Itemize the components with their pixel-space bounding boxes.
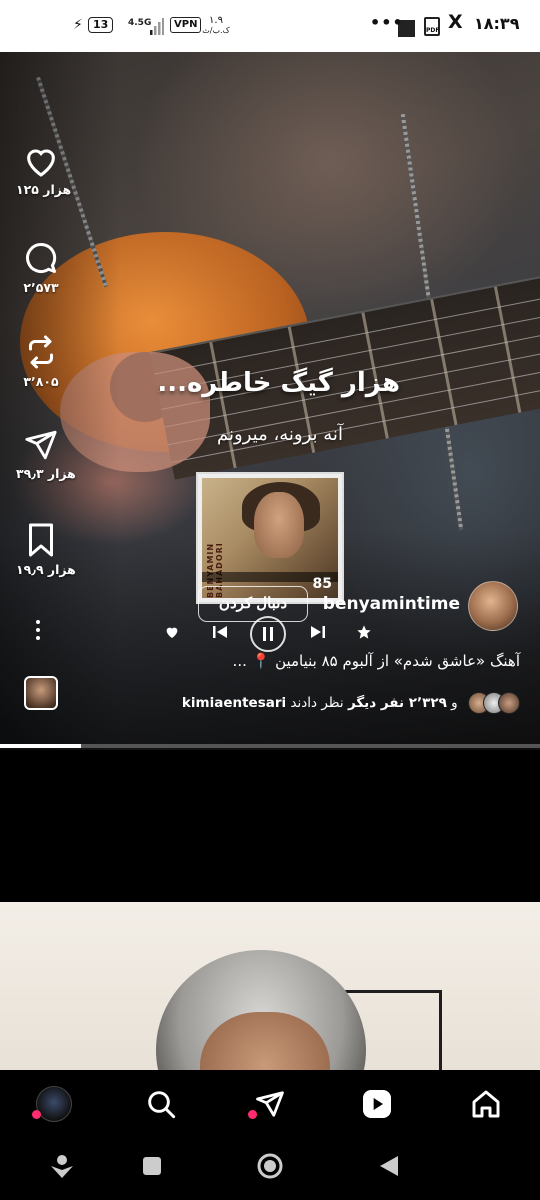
- network-speed-unit: ک.ب/ث: [202, 26, 230, 35]
- repost-icon: [29, 335, 53, 369]
- comments-and: و: [451, 695, 458, 711]
- send-icon: [25, 430, 57, 460]
- battery-icon: 13: [88, 17, 114, 33]
- repost-count: ۳٬۸۰۵: [23, 374, 59, 389]
- comment-count: ۲٬۵۷۳: [23, 280, 59, 295]
- save-button[interactable]: ۱۹٫۹ هزار: [16, 522, 76, 577]
- reel-gap: [0, 750, 540, 902]
- next-track-icon[interactable]: [310, 624, 326, 650]
- system-home-icon[interactable]: [256, 1152, 284, 1184]
- reel-progress-fill: [0, 744, 81, 748]
- avatar[interactable]: [468, 581, 518, 631]
- nav-reels[interactable]: [357, 1084, 397, 1124]
- star-icon[interactable]: [356, 624, 372, 650]
- previous-track-icon[interactable]: [212, 624, 228, 650]
- charging-icon: ⚡: [73, 17, 83, 33]
- vpn-badge: VPN: [170, 17, 202, 33]
- notification-dot: [32, 1110, 41, 1119]
- reel-caption[interactable]: آهنگ «عاشق شدم» از آلبوم ۸۵ بنیامین 📍 ..…: [150, 652, 520, 670]
- commenter-avatars: [468, 692, 520, 714]
- reel-subtitle: آنه برونه، میرونم: [217, 424, 343, 445]
- search-icon: [148, 1091, 176, 1119]
- save-count: ۱۹٫۹ هزار: [16, 562, 76, 577]
- more-options-icon[interactable]: [33, 618, 43, 644]
- repost-button[interactable]: ۳٬۸۰۵: [16, 334, 66, 389]
- nav-home[interactable]: [466, 1084, 506, 1124]
- pause-button[interactable]: [250, 616, 286, 652]
- comments-suffix: نظر دادند: [290, 695, 344, 711]
- assistant-icon[interactable]: [48, 1152, 76, 1184]
- next-reel-preview[interactable]: [0, 902, 540, 1070]
- reel-video[interactable]: هزار گیگ خاطره... آنه برونه، میرونم BENY…: [0, 52, 540, 750]
- signal-icon: 4.5G: [128, 16, 164, 36]
- share-button[interactable]: ۳۹٫۳ هزار: [16, 428, 76, 481]
- pause-icon: [263, 627, 273, 641]
- comments-count: ۲٬۳۲۹ نفر دیگر: [347, 695, 447, 711]
- reels-icon: [363, 1090, 391, 1118]
- music-like-icon[interactable]: [164, 624, 180, 650]
- status-bar: ۱۸:۳۹ X PDF ••• ۱.۹ ک.ب/ث VPN 4.5G 13 ⚡: [0, 0, 540, 52]
- username[interactable]: benyamintime: [318, 594, 460, 614]
- follow-button[interactable]: دنبال کردن: [198, 586, 308, 622]
- network-speed: ۱.۹ ک.ب/ث: [201, 16, 231, 36]
- comments-user: kimiaentesari: [181, 695, 287, 711]
- network-speed-value: ۱.۹: [209, 15, 223, 26]
- album-cover[interactable]: BENYAMIN BAHADORI 85: [196, 472, 344, 604]
- nav-messages[interactable]: [248, 1084, 290, 1124]
- comment-icon: [26, 242, 57, 273]
- send-icon: [256, 1091, 284, 1117]
- like-button[interactable]: ۱۲۵ هزار: [16, 144, 72, 197]
- album-face: [254, 492, 304, 558]
- comments-summary[interactable]: و ۲٬۳۲۹ نفر دیگر نظر دادند kimiaentesari: [150, 692, 520, 714]
- album-number: 85: [312, 576, 332, 592]
- x-app-icon: X: [448, 11, 463, 33]
- bottom-nav: [0, 1070, 540, 1136]
- more-notifications-icon: •••: [370, 13, 404, 32]
- nav-search[interactable]: [141, 1084, 181, 1124]
- reel-title: هزار گیگ خاطره...: [157, 368, 400, 398]
- back-icon[interactable]: [378, 1154, 400, 1182]
- recents-icon[interactable]: [142, 1156, 162, 1180]
- notification-dot: [248, 1110, 257, 1119]
- share-count: ۳۹٫۳ هزار: [16, 466, 76, 481]
- comment-button[interactable]: ۲٬۵۷۳: [16, 240, 66, 295]
- nav-profile[interactable]: [32, 1084, 74, 1124]
- audio-thumbnail[interactable]: [24, 676, 58, 710]
- profile-avatar-icon: [36, 1086, 72, 1122]
- network-type: 4.5G: [128, 18, 151, 28]
- bookmark-icon: [29, 523, 53, 557]
- system-nav-bar: [0, 1136, 540, 1200]
- home-icon: [472, 1090, 500, 1118]
- status-time: ۱۸:۳۹: [474, 14, 520, 33]
- reel-progress-bar[interactable]: [0, 744, 540, 748]
- heart-icon: [27, 149, 55, 177]
- like-count: ۱۲۵ هزار: [16, 182, 72, 197]
- pdf-icon: PDF: [424, 17, 440, 36]
